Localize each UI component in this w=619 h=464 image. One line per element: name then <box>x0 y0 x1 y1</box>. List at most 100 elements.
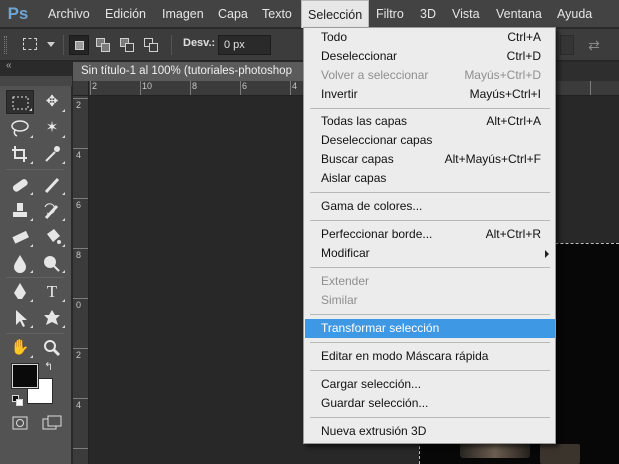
dodge-icon[interactable] <box>38 251 66 275</box>
menu-separator <box>310 267 550 268</box>
healing-brush-icon[interactable] <box>6 173 34 197</box>
pen-icon[interactable] <box>6 280 34 304</box>
menu-item-perfeccionar-borde[interactable]: Perfeccionar borde... Alt+Ctrl+R <box>305 225 555 244</box>
brush-icon[interactable] <box>38 173 66 197</box>
menu-item-editar-en-modo-mascara-rapida[interactable]: Editar en modo Máscara rápida <box>305 347 555 366</box>
menu-ayuda[interactable]: Ayuda <box>551 0 598 28</box>
ruler-label: 2 <box>92 81 98 91</box>
menu-item-aislar-capas[interactable]: Aislar capas <box>305 169 555 188</box>
intersect-selection-button[interactable] <box>141 35 161 55</box>
tools-panel: ✥ ✶ T ✋ <box>0 76 72 464</box>
type-icon[interactable]: T <box>38 280 66 304</box>
menu-item-invertir[interactable]: Invertir Mayús+Ctrl+I <box>305 85 555 104</box>
shortcut: Alt+Ctrl+A <box>486 114 541 128</box>
marquee-preset-icon <box>23 38 37 50</box>
add-to-selection-button[interactable] <box>93 35 113 55</box>
ruler-label: 2 <box>76 350 82 360</box>
submenu-arrow-icon <box>545 250 549 258</box>
image-detail <box>540 444 580 464</box>
feather-input[interactable]: 0 px <box>218 35 271 55</box>
menu-filtro[interactable]: Filtro <box>370 0 410 28</box>
menu-vista[interactable]: Vista <box>446 0 486 28</box>
menu-item-transformar-seleccion[interactable]: Transformar selección <box>305 319 555 338</box>
swap-arrows-icon[interactable]: ⇄ <box>585 35 603 55</box>
paint-bucket-icon[interactable] <box>38 225 66 249</box>
photoshop-logo: Ps <box>7 4 29 23</box>
menu-item-volver-a-seleccionar: Volver a seleccionar Mayús+Ctrl+D <box>305 66 555 85</box>
clone-stamp-icon[interactable] <box>6 199 34 223</box>
menu-item-guardar-seleccion[interactable]: Guardar selección... <box>305 394 555 413</box>
ruler-label: 4 <box>292 81 298 91</box>
menu-item-cargar-seleccion[interactable]: Cargar selección... <box>305 375 555 394</box>
menu-item-buscar-capas[interactable]: Buscar capas Alt+Mayús+Ctrl+F <box>305 150 555 169</box>
menu-item-modificar[interactable]: Modificar <box>305 244 555 263</box>
menu-separator <box>310 220 550 221</box>
feather-label: Desv.: <box>183 37 216 49</box>
menu-separator <box>310 192 550 193</box>
menu-item-deseleccionar-capas[interactable]: Deseleccionar capas <box>305 131 555 150</box>
ruler-label: 4 <box>76 400 82 410</box>
options-field[interactable] <box>560 35 574 55</box>
ruler-origin[interactable] <box>73 81 89 96</box>
tool-group-divider <box>6 169 64 170</box>
tools-panel-header[interactable] <box>0 76 72 86</box>
screen-mode-icon[interactable] <box>40 414 64 436</box>
rectangular-marquee-icon[interactable] <box>6 90 34 114</box>
lasso-icon[interactable] <box>6 116 34 140</box>
menu-item-similar: Similar <box>321 293 358 307</box>
hand-icon[interactable]: ✋ <box>6 336 34 360</box>
menu-texto[interactable]: Texto <box>256 0 298 28</box>
magic-wand-icon[interactable]: ✶ <box>38 116 66 140</box>
seleccion-menu: Todo Ctrl+A Deseleccionar Ctrl+D Volver a … <box>303 27 556 444</box>
menu-seleccion[interactable]: Selección <box>301 0 370 28</box>
path-selection-icon[interactable] <box>6 306 34 330</box>
document-tab[interactable]: Sin título-1 al 100% (tutoriales-photosh… <box>73 62 309 81</box>
shortcut: Alt+Mayús+Ctrl+F <box>444 152 541 166</box>
options-grip-icon[interactable] <box>4 36 7 54</box>
swap-colors-icon[interactable]: ↰ <box>44 360 53 373</box>
menu-item-nueva-extrusion-3d[interactable]: Nueva extrusión 3D <box>305 422 555 441</box>
menu-edicion[interactable]: Edición <box>99 0 152 28</box>
menu-archivo[interactable]: Archivo <box>42 0 96 28</box>
chevron-down-icon <box>47 42 55 47</box>
menu-item-todo[interactable]: Todo Ctrl+A <box>305 28 555 47</box>
vertical-ruler[interactable]: 2 4 6 8 0 2 4 <box>73 96 89 464</box>
shortcut: Mayús+Ctrl+I <box>469 87 541 101</box>
tool-group-divider <box>6 277 64 278</box>
ruler-label: 6 <box>242 81 248 91</box>
history-brush-icon[interactable] <box>38 199 66 223</box>
default-colors-icon[interactable] <box>12 395 23 406</box>
divider <box>171 35 172 55</box>
subtract-from-selection-button[interactable] <box>117 35 137 55</box>
menu-capa[interactable]: Capa <box>212 0 254 28</box>
ruler-label: 8 <box>76 250 82 260</box>
menu-imagen[interactable]: Imagen <box>156 0 210 28</box>
foreground-color-swatch[interactable] <box>12 364 38 388</box>
menu-bar: Ps Archivo Edición Imagen Capa Texto Sel… <box>0 0 619 28</box>
new-selection-button[interactable] <box>69 35 89 55</box>
eyedropper-icon[interactable] <box>38 142 66 166</box>
crop-icon[interactable] <box>6 142 34 166</box>
shortcut: Mayús+Ctrl+D <box>464 68 541 82</box>
move-icon[interactable]: ✥ <box>38 90 66 114</box>
menu-separator <box>310 417 550 418</box>
ruler-label: 8 <box>192 81 198 91</box>
ruler-label: 6 <box>76 200 82 210</box>
ruler-label: 4 <box>76 150 82 160</box>
collapse-icon[interactable]: « <box>6 60 12 71</box>
tool-group-divider <box>6 333 64 334</box>
eraser-icon[interactable] <box>6 225 34 249</box>
blur-icon[interactable] <box>6 251 34 275</box>
menu-3d[interactable]: 3D <box>414 0 442 28</box>
quick-mask-icon[interactable] <box>8 414 32 436</box>
divider <box>63 35 64 55</box>
menu-item-gama-de-colores[interactable]: Gama de colores... <box>305 197 555 216</box>
tool-preset-picker[interactable] <box>19 35 59 55</box>
custom-shape-icon[interactable] <box>38 306 66 330</box>
menu-item-todas-las-capas[interactable]: Todas las capas Alt+Ctrl+A <box>305 112 555 131</box>
zoom-icon[interactable] <box>38 336 66 360</box>
ruler-label: 0 <box>76 300 82 310</box>
menu-ventana[interactable]: Ventana <box>490 0 548 28</box>
panel-collapse-strip[interactable]: « <box>0 60 72 76</box>
menu-item-deseleccionar[interactable]: Deseleccionar Ctrl+D <box>305 47 555 66</box>
